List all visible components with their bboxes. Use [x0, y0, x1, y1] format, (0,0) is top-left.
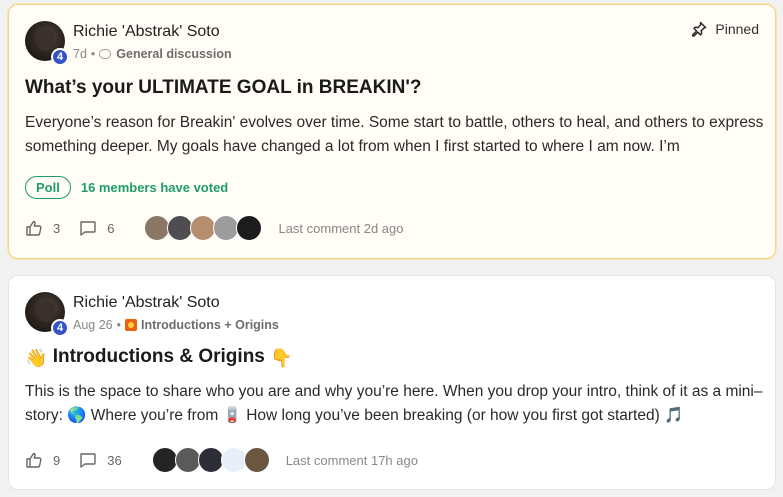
- post-card-pinned[interactable]: 4 Richie 'Abstrak' Soto 7d • General dis…: [8, 4, 776, 259]
- chat-bubble-icon: [99, 49, 112, 59]
- commenter-avatar[interactable]: [236, 215, 263, 241]
- poll-row: Poll 16 members have voted: [25, 176, 228, 199]
- category-link[interactable]: Introductions + Origins: [141, 318, 279, 332]
- commenter-avatars: [144, 215, 263, 241]
- pinned-label: Pinned: [715, 21, 759, 37]
- thumbs-up-icon[interactable]: [25, 219, 43, 237]
- level-badge: 4: [51, 319, 69, 337]
- like-count: 3: [53, 220, 61, 236]
- category-link[interactable]: General discussion: [116, 47, 231, 61]
- pointing-down-icon: 👇: [270, 348, 293, 368]
- post-title[interactable]: 👋 Introductions & Origins 👇: [25, 346, 293, 369]
- post-footer: 3 6 Last comment 2d ago: [25, 214, 404, 242]
- author-name[interactable]: Richie 'Abstrak' Soto: [73, 294, 220, 312]
- comment-stat[interactable]: 36: [78, 451, 122, 469]
- post-time: 7d: [73, 47, 87, 61]
- commenter-avatars: [151, 447, 270, 473]
- comment-count: 36: [107, 452, 122, 468]
- commenter-avatar[interactable]: [197, 447, 224, 473]
- pinned-tag: Pinned: [691, 21, 759, 37]
- thumbs-up-icon[interactable]: [25, 451, 43, 469]
- post-body: Everyone’s reason for Breakin' evolves o…: [25, 114, 764, 155]
- level-badge: 4: [51, 48, 69, 66]
- post-time: Aug 26: [73, 318, 113, 332]
- author-name[interactable]: Richie 'Abstrak' Soto: [73, 23, 220, 41]
- waving-hand-icon: 👋: [25, 348, 48, 368]
- post-meta: 7d • General discussion: [73, 47, 232, 61]
- like-stat[interactable]: 9: [25, 451, 60, 469]
- commenter-avatar[interactable]: [220, 447, 247, 473]
- commenter-avatar[interactable]: [174, 447, 201, 473]
- comment-stat[interactable]: 6: [78, 219, 114, 237]
- speech-bubble-icon[interactable]: [78, 451, 97, 469]
- commenter-avatar[interactable]: [151, 447, 178, 473]
- last-comment-time: Last comment 2d ago: [278, 220, 404, 236]
- comment-count: 6: [107, 220, 115, 236]
- post-footer: 9 36 Last comment 17h ago: [25, 446, 418, 474]
- poll-vote-count: 16 members have voted: [80, 180, 229, 195]
- speech-bubble-icon[interactable]: [78, 219, 97, 237]
- commenter-avatar[interactable]: [243, 447, 270, 473]
- post-meta: Aug 26 • Introductions + Origins: [73, 318, 279, 332]
- post-card[interactable]: 4 Richie 'Abstrak' Soto Aug 26 • Introdu…: [8, 275, 776, 490]
- like-count: 9: [53, 452, 61, 468]
- like-stat[interactable]: 3: [25, 219, 60, 237]
- post-body: This is the space to share who you are a…: [25, 383, 763, 424]
- poll-chip[interactable]: Poll: [25, 176, 71, 199]
- meta-separator: •: [116, 318, 122, 332]
- pushpin-icon: [691, 21, 707, 37]
- post-title[interactable]: What’s your ULTIMATE GOAL in BREAKIN'?: [25, 77, 421, 99]
- post-author-row: 4 Richie 'Abstrak' Soto 7d • General dis…: [25, 21, 755, 66]
- meta-separator: •: [90, 47, 96, 61]
- post-title-text: Introductions & Origins: [52, 346, 265, 367]
- post-author-row: 4 Richie 'Abstrak' Soto Aug 26 • Introdu…: [25, 292, 755, 337]
- last-comment-time: Last comment 17h ago: [285, 452, 418, 468]
- collision-icon: [125, 319, 138, 331]
